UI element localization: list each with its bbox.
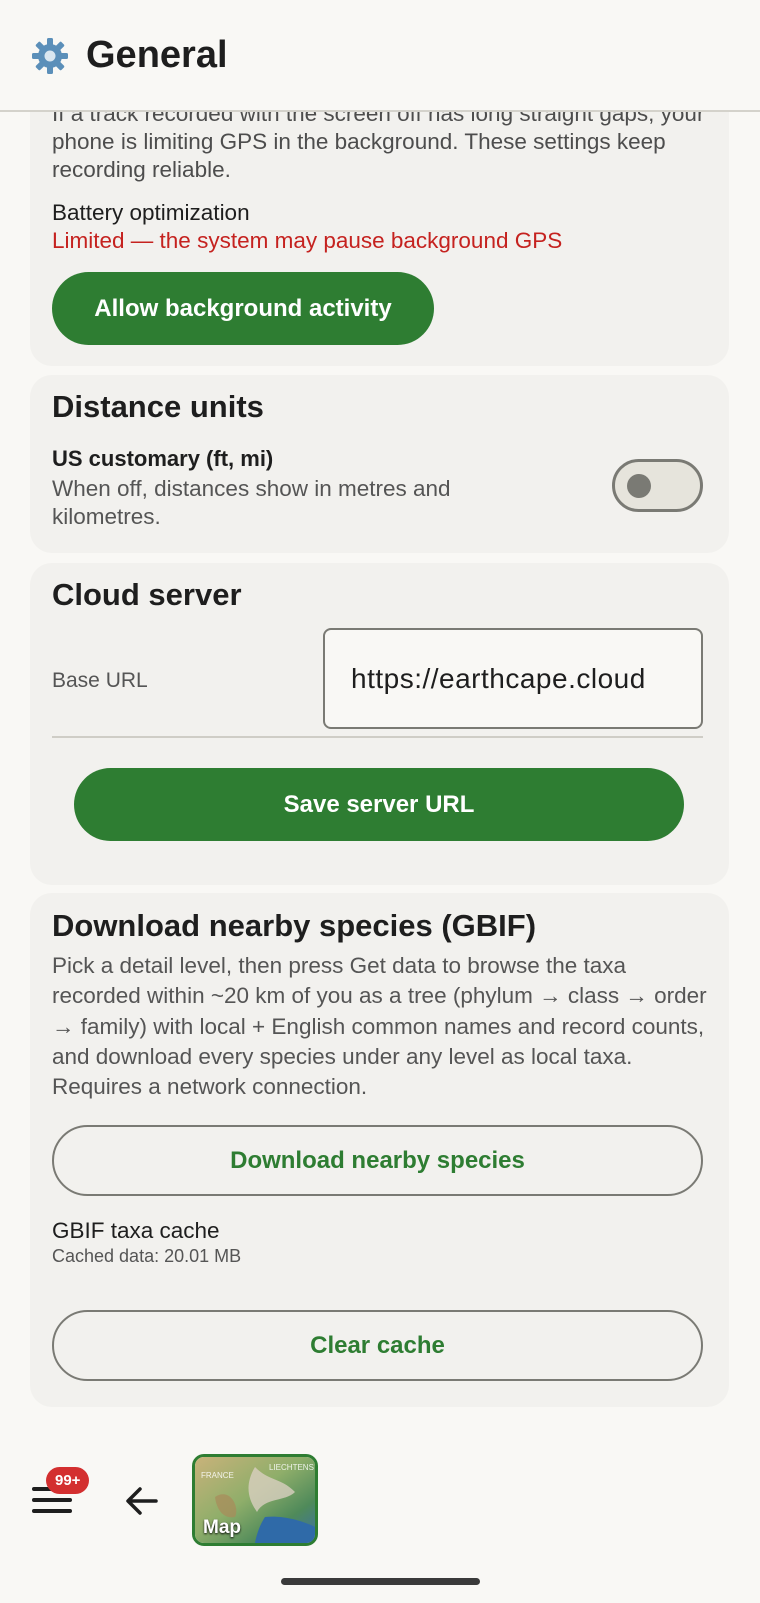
map-small-label-liechtenstein: LIECHTENS xyxy=(269,1463,314,1472)
clear-cache-button[interactable]: Clear cache xyxy=(52,1310,703,1381)
gbif-cache-label: GBIF taxa cache xyxy=(52,1218,220,1243)
toggle-knob xyxy=(627,474,651,498)
map-label: Map xyxy=(203,1517,241,1538)
gbif-title: Download nearby species (GBIF) xyxy=(52,908,537,943)
gbif-download-card: Download nearby species (GBIF) Pick a de… xyxy=(30,893,729,1407)
distance-units-card: Distance units US customary (ft, mi) Whe… xyxy=(30,375,729,553)
gbif-description: Pick a detail level, then press Get data… xyxy=(52,953,707,1100)
us-customary-description: When off, distances show in metres and k… xyxy=(52,476,451,529)
page-title: General xyxy=(86,34,228,76)
map-thumbnail-button[interactable]: FRANCE LIECHTENS Map xyxy=(192,1454,318,1546)
background-gps-intro: If a track recorded with the screen off … xyxy=(52,101,705,182)
battery-optimization-status: Limited — the system may pause backgroun… xyxy=(52,228,563,253)
us-customary-toggle[interactable] xyxy=(612,459,703,512)
download-nearby-species-button[interactable]: Download nearby species xyxy=(52,1125,703,1196)
gear-icon xyxy=(32,38,68,74)
base-url-input[interactable]: https://earthcape.cloud xyxy=(323,628,703,729)
allow-background-activity-button[interactable]: Allow background activity xyxy=(52,272,434,345)
map-small-label-france: FRANCE xyxy=(201,1471,234,1480)
settings-scroll-area[interactable]: If a track recorded with the screen off … xyxy=(0,0,760,1603)
back-arrow-icon[interactable] xyxy=(122,1481,162,1521)
cloud-server-card: Cloud server Base URL https://earthcape.… xyxy=(30,563,729,885)
cloud-server-title: Cloud server xyxy=(52,577,242,612)
bottom-navigation: 99+ FRANCE LIECHTENS Map xyxy=(0,1415,760,1603)
us-customary-label: US customary (ft, mi) xyxy=(52,446,274,471)
battery-optimization-label: Battery optimization xyxy=(52,200,250,225)
save-server-url-button[interactable]: Save server URL xyxy=(74,768,684,841)
distance-units-title: Distance units xyxy=(52,389,264,424)
gbif-cache-size: Cached data: 20.01 MB xyxy=(52,1246,242,1266)
top-app-bar: General xyxy=(0,0,760,112)
home-indicator[interactable] xyxy=(281,1578,480,1585)
notification-badge: 99+ xyxy=(46,1467,90,1494)
base-url-underline xyxy=(52,736,703,738)
base-url-label: Base URL xyxy=(52,669,148,692)
